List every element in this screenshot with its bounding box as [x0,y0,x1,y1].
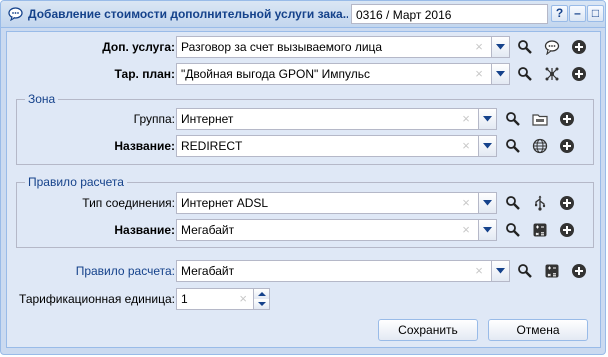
chevron-down-icon [496,268,505,274]
add-icon[interactable] [556,192,578,214]
tariff-label: Тар. план: [114,67,176,81]
clear-icon[interactable]: × [473,40,485,54]
dropdown-trigger[interactable] [478,136,496,156]
service-label: Доп. услуга: [102,40,175,54]
search-icon[interactable] [514,260,536,282]
rule-legend: Правило расчета [28,175,124,189]
dropdown-trigger[interactable] [478,109,496,129]
dropdown-trigger[interactable] [491,37,509,57]
form-panel: Доп. услуга: Разговор за счет вызываемог… [6,31,601,348]
zone-legend: Зона [28,92,56,106]
add-icon[interactable] [568,260,590,282]
usb-icon[interactable] [529,192,551,214]
dialog-window: Добавление стоимости дополнительной услу… [0,0,606,355]
chevron-down-icon [496,71,505,77]
spin-up-button[interactable] [253,289,269,299]
chevron-down-icon [483,200,492,206]
network-icon[interactable] [541,63,563,85]
calculator-icon[interactable] [529,219,551,241]
rule-name-value: Мегабайт [181,223,235,237]
chevron-down-icon [496,44,505,50]
rule-name-combo[interactable]: Мегабайт × [176,219,497,241]
zone-group-label: Группа: [133,112,175,126]
service-value: Разговор за счет вызываемого лица [181,40,383,54]
add-icon[interactable] [568,63,590,85]
add-icon[interactable] [556,219,578,241]
title-bar[interactable]: Добавление стоимости дополнительной услу… [1,1,605,28]
clear-icon[interactable]: × [239,292,247,306]
zone-group-value: Интернет [181,112,234,126]
add-icon[interactable] [556,108,578,130]
clear-icon[interactable]: × [460,139,472,153]
tariff-value: "Двойная выгода GPON" Импульс [181,67,370,81]
comment-icon[interactable] [541,36,563,58]
chevron-down-icon [258,302,266,306]
clear-icon[interactable]: × [460,112,472,126]
calc-rule-combo[interactable]: Мегабайт × [176,260,510,282]
folder-icon[interactable] [529,108,551,130]
maximize-button[interactable]: □ [587,5,604,22]
search-icon[interactable] [502,219,524,241]
search-icon[interactable] [502,192,524,214]
calc-rule-label[interactable]: Правило расчета: [17,260,175,282]
connection-type-combo[interactable]: Интернет ADSL × [176,192,497,214]
clear-icon[interactable]: × [460,196,472,210]
dropdown-trigger[interactable] [478,193,496,213]
connection-type-value: Интернет ADSL [181,196,269,210]
zone-name-label: Название: [114,139,175,153]
unit-spinner[interactable]: 1 × [176,288,270,310]
clear-icon[interactable]: × [460,223,472,237]
chevron-down-icon [483,227,492,233]
calc-rule-value: Мегабайт [181,264,235,278]
zone-group-combo[interactable]: Интернет × [176,108,497,130]
search-icon[interactable] [502,135,524,157]
zone-name-combo[interactable]: REDIRECT × [176,135,497,157]
add-icon[interactable] [568,36,590,58]
minimize-button[interactable]: – [569,5,586,22]
window-title: Добавление стоимости дополнительной услу… [28,7,348,21]
search-icon[interactable] [502,108,524,130]
chevron-down-icon [483,143,492,149]
rule-name-label: Название: [114,223,175,237]
chevron-down-icon [483,116,492,122]
tariff-combo[interactable]: "Двойная выгода GPON" Импульс × [176,63,510,85]
unit-value: 1 [181,292,188,306]
search-icon[interactable] [514,63,536,85]
clear-icon[interactable]: × [473,67,485,81]
clear-icon[interactable]: × [473,264,485,278]
dropdown-trigger[interactable] [478,220,496,240]
speech-bubble-icon [8,7,23,21]
calculator-icon[interactable] [541,260,563,282]
chevron-up-icon [258,292,266,296]
save-button[interactable]: Сохранить [378,319,478,341]
connection-type-label: Тип соединения: [82,196,175,210]
service-combo[interactable]: Разговор за счет вызываемого лица × [176,36,510,58]
help-button[interactable]: ? [551,5,568,22]
dropdown-trigger[interactable] [491,64,509,84]
period-field[interactable]: 0316 / Март 2016 [351,4,548,24]
cancel-button[interactable]: Отмена [488,319,588,341]
globe-icon[interactable] [529,135,551,157]
unit-label: Тарификационная единица: [19,292,175,306]
spin-down-button[interactable] [253,299,269,309]
search-icon[interactable] [514,36,536,58]
zone-name-value: REDIRECT [181,139,243,153]
dropdown-trigger[interactable] [491,261,509,281]
add-icon[interactable] [556,135,578,157]
